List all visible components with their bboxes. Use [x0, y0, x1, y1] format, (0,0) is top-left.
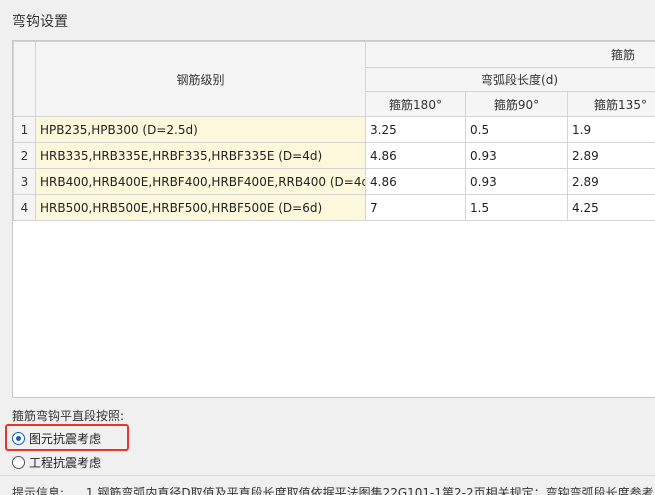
row-number: 2	[13, 142, 36, 169]
value-cell-90[interactable]: 1.5	[465, 194, 568, 221]
column-header-stirrup-135[interactable]: 箍筋135°	[566, 91, 655, 117]
radio-checked-icon[interactable]	[12, 432, 25, 445]
radio-label-element-seismic[interactable]: 图元抗震考虑	[29, 430, 101, 447]
value-cell-90[interactable]: 0.93	[465, 168, 568, 195]
arc-length-header: 弯弧段长度(d)	[364, 67, 655, 92]
column-header-stirrup-180[interactable]: 箍筋180°	[365, 91, 466, 117]
table-row[interactable]: 2 HRB335,HRB335E,HRBF335,HRBF335E (D=4d)…	[13, 142, 655, 169]
grade-cell: HRB400,HRB400E,HRBF400,HRBF400E,RRB400 (…	[35, 168, 366, 195]
table-row[interactable]: 3 HRB400,HRB400E,HRBF400,HRBF400E,RRB400…	[13, 168, 655, 195]
hint-bar: 提示信息: 1 钢筋弯弧内直径D取值及平直段长度取值依据平法图集22G101-1…	[0, 475, 655, 495]
grade-cell: HPB235,HPB300 (D=2.5d)	[35, 116, 366, 143]
value-cell-90[interactable]: 0.93	[465, 142, 568, 169]
hint-label: 提示信息:	[12, 486, 65, 495]
value-cell-135[interactable]: 1.9	[566, 116, 655, 143]
column-header-stirrup-90[interactable]: 箍筋90°	[465, 91, 568, 117]
grade-cell: HRB500,HRB500E,HRBF500,HRBF500E (D=6d)	[35, 194, 366, 221]
value-cell-180[interactable]: 3.25	[365, 116, 466, 143]
value-cell-135[interactable]: 2.89	[566, 142, 655, 169]
value-cell-180[interactable]: 7	[365, 194, 466, 221]
row-number-header	[13, 41, 36, 117]
hint-text: 1 钢筋弯弧内直径D取值及平直段长度取值依据平法图集22G101-1第2-2页相…	[85, 486, 654, 495]
radio-label-project-seismic[interactable]: 工程抗震考虑	[29, 454, 101, 471]
value-cell-135[interactable]: 4.25	[566, 194, 655, 221]
stirrup-group-header: 箍筋	[364, 41, 655, 68]
table-row[interactable]: 1 HPB235,HPB300 (D=2.5d) 3.25 0.5 1.9	[13, 116, 655, 143]
radio-element-seismic[interactable]: 图元抗震考虑	[12, 430, 101, 447]
value-cell-135[interactable]: 2.89	[566, 168, 655, 195]
hook-settings-grid: 钢筋级别 箍筋 弯弧段长度(d) 箍筋180° 箍筋90° 箍筋135° 1 H…	[12, 40, 655, 398]
table-row[interactable]: 4 HRB500,HRB500E,HRBF500,HRBF500E (D=6d)…	[13, 194, 655, 221]
grade-cell: HRB335,HRB335E,HRBF335,HRBF335E (D=4d)	[35, 142, 366, 169]
grade-column-header[interactable]: 钢筋级别	[35, 41, 366, 117]
value-cell-180[interactable]: 4.86	[365, 142, 466, 169]
value-cell-180[interactable]: 4.86	[365, 168, 466, 195]
radio-project-seismic[interactable]: 工程抗震考虑	[12, 454, 101, 471]
hook-settings-table: 钢筋级别 箍筋 弯弧段长度(d) 箍筋180° 箍筋90° 箍筋135° 1 H…	[13, 41, 655, 221]
straight-segment-label: 箍筋弯钩平直段按照:	[12, 409, 125, 423]
row-number: 1	[13, 116, 36, 143]
value-cell-90[interactable]: 0.5	[465, 116, 568, 143]
radio-unchecked-icon[interactable]	[12, 456, 25, 469]
row-number: 3	[13, 168, 36, 195]
dialog-title: 弯钩设置	[12, 14, 68, 30]
row-number: 4	[13, 194, 36, 221]
